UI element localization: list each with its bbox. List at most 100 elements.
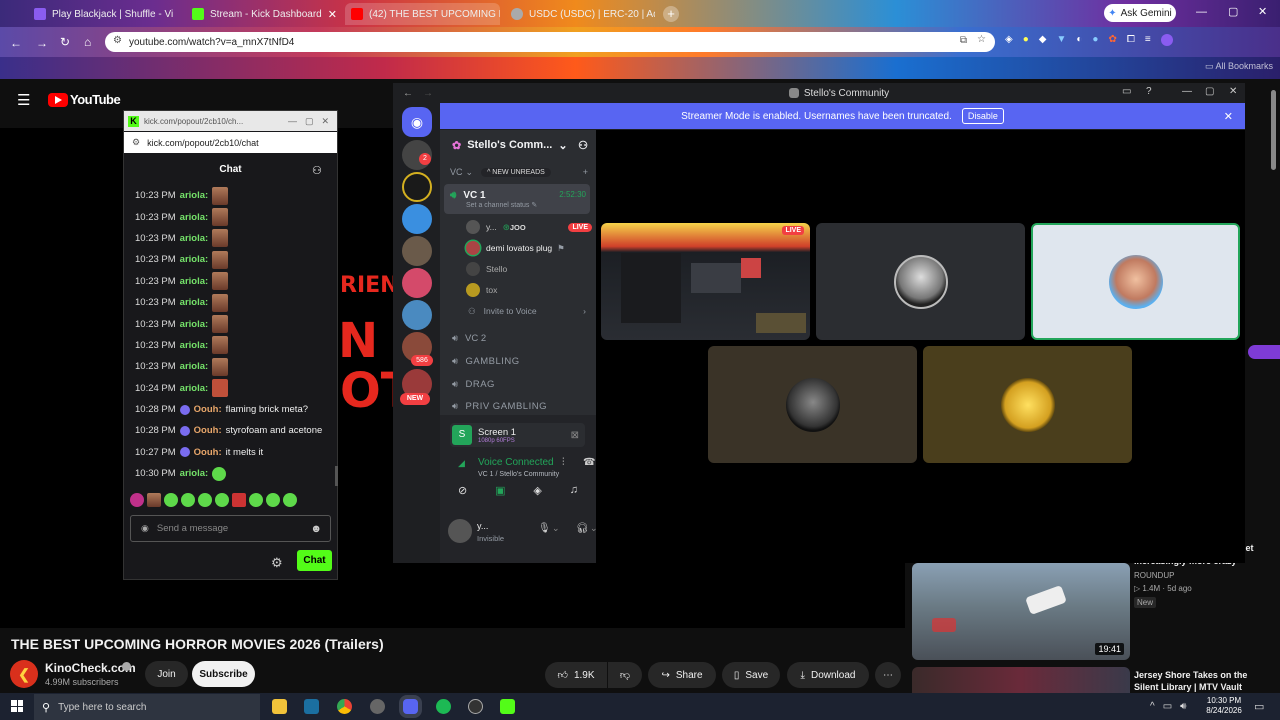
discord-taskbar-icon[interactable] [403, 699, 418, 714]
settings-gear-icon[interactable]: ⚙ [271, 555, 283, 571]
join-button[interactable]: Join [145, 661, 188, 687]
minimize-icon[interactable]: — [1182, 86, 1192, 97]
clock[interactable]: 10:30 PM 8/24/2026 [1204, 696, 1244, 716]
noise-suppression-icon[interactable]: ⫶ [562, 457, 565, 468]
extension-icon[interactable]: ▼ [1056, 34, 1066, 50]
emote-icon[interactable] [266, 493, 280, 507]
voice-channel-gambling[interactable]: 🔊︎ GAMBLING [440, 353, 596, 369]
voice-channel-link[interactable]: VC 1 / Stello's Community [478, 471, 559, 478]
save-button[interactable]: ▯ Save [722, 662, 780, 688]
voice-channel-drag[interactable]: 🔊︎ DRAG [440, 376, 596, 392]
message-username[interactable]: ariola: [180, 468, 209, 479]
minimize-icon[interactable]: — [288, 116, 297, 126]
hamburger-menu-icon[interactable]: ☰ [17, 91, 30, 109]
cast-icon[interactable]: ⧉ [960, 35, 967, 46]
recommended-thumbnail[interactable]: 19:41 [912, 563, 1130, 660]
invite-people-icon[interactable]: ⚇ [578, 139, 588, 152]
help-icon[interactable]: ? [1146, 86, 1152, 97]
message-username[interactable]: ariola: [180, 297, 209, 308]
back-arrow-icon[interactable]: ← [403, 88, 413, 99]
user-name[interactable]: y... [477, 521, 488, 531]
server-icon[interactable] [402, 204, 432, 234]
message-username[interactable]: ariola: [180, 254, 209, 265]
tray-chevron-icon[interactable]: ^ [1150, 701, 1155, 712]
close-icon[interactable]: ✕ [1229, 86, 1237, 97]
obs-icon[interactable] [468, 699, 483, 714]
site-info-icon[interactable]: ⚙ [113, 35, 122, 46]
screen-share-card[interactable]: S Screen 1 1080p 60FPS ⊠ [450, 423, 585, 447]
message-username[interactable]: Oouh: [194, 404, 222, 415]
new-unreads-pill[interactable]: ^ NEW UNREADS [481, 167, 551, 177]
chrome-icon[interactable] [337, 699, 352, 714]
dislike-button[interactable]: 👎︎ [608, 662, 642, 688]
minimize-window-button[interactable]: — [1196, 6, 1207, 18]
emote-icon[interactable] [147, 493, 161, 507]
close-icon[interactable]: ✕ [321, 116, 329, 127]
browser-tab-usdc[interactable]: USDC (USDC) | ERC-20 | Addre ✕ [505, 3, 655, 25]
emote-icon[interactable] [130, 493, 144, 507]
chevron-down-icon[interactable]: ⌄ [552, 523, 560, 534]
emote-icon[interactable] [249, 493, 263, 507]
close-tab-icon[interactable]: ✕ [322, 8, 337, 21]
steam-icon[interactable] [304, 699, 319, 714]
forward-icon[interactable]: → [36, 36, 48, 50]
spotify-icon[interactable] [436, 699, 451, 714]
volume-icon[interactable]: 🔊︎ [1180, 701, 1186, 712]
headphones-icon[interactable]: 🎧︎ [576, 523, 589, 534]
emoji-icon[interactable]: ☻ [310, 523, 322, 535]
like-button[interactable]: 👍︎ 1.9K [545, 662, 607, 688]
discord-home-icon[interactable]: ◉ [402, 107, 432, 137]
forward-arrow-icon[interactable]: → [423, 88, 433, 99]
extension-icon[interactable]: ✿ [1108, 34, 1116, 50]
message-username[interactable]: ariola: [180, 212, 209, 223]
emote-icon[interactable] [283, 493, 297, 507]
notification-icon[interactable]: ▭ [1254, 700, 1264, 713]
recommended-title[interactable]: Jersey Shore Takes on the Silent Library… [1134, 669, 1274, 693]
share-screen-icon[interactable]: ▣ [495, 484, 505, 506]
windows-start-icon[interactable] [11, 700, 23, 712]
server-icon[interactable] [402, 300, 432, 330]
message-username[interactable]: ariola: [180, 233, 209, 244]
puzzle-icon[interactable]: ⧠ [1127, 34, 1135, 50]
send-chat-button[interactable]: Chat [297, 550, 332, 571]
browser-tab-kick[interactable]: Stream - Kick Dashboard ✕ [186, 3, 341, 25]
message-username[interactable]: ariola: [180, 340, 209, 351]
server-icon[interactable] [402, 172, 432, 202]
category-vc[interactable]: VC ⌄ ^ NEW UNREADS + [440, 165, 596, 179]
reading-list-icon[interactable]: ≡ [1145, 34, 1151, 50]
participant-tile[interactable] [923, 346, 1132, 463]
message-username[interactable]: ariola: [180, 190, 209, 201]
inbox-icon[interactable]: ▭ [1122, 86, 1131, 97]
maximize-window-button[interactable]: ▢ [1228, 5, 1238, 18]
reload-icon[interactable]: ↻ [60, 35, 70, 49]
emote-icon[interactable] [164, 493, 178, 507]
file-explorer-icon[interactable] [272, 699, 287, 714]
extension-icon[interactable]: ◆ [1039, 34, 1047, 50]
message-username[interactable]: ariola: [180, 383, 209, 394]
stream-tile[interactable]: LIVE [601, 223, 810, 340]
soundboard-icon[interactable]: ♫ [570, 484, 578, 506]
emote-icon[interactable] [215, 493, 229, 507]
browser-tab-youtube[interactable]: (42) THE BEST UPCOMING HO ✕ [345, 3, 500, 25]
channel-status[interactable]: Set a channel status ✎ [466, 201, 537, 209]
chat-input[interactable]: ◉ Send a message ☻ [130, 515, 331, 542]
popout-url-bar[interactable]: ⚙ kick.com/popout/2cb10/chat [124, 132, 337, 153]
voice-channel-vc2[interactable]: 🔊︎ VC 2 [440, 330, 596, 346]
disconnect-icon[interactable]: ☎ [583, 457, 595, 468]
url-bar[interactable]: ⚙ youtube.com/watch?v=a_mnX7tNfD4 ⧉ ☆ [105, 32, 995, 52]
chat-scrollbar[interactable] [335, 466, 338, 486]
add-channel-icon[interactable]: + [583, 167, 588, 177]
activity-icon[interactable]: ◈ [533, 484, 541, 506]
participant-tile-speaking[interactable] [1031, 223, 1240, 340]
extension-icon[interactable]: ● [1092, 34, 1098, 50]
channel-avatar[interactable]: ❮ [10, 660, 38, 688]
bookmark-star-icon[interactable]: ☆ [977, 34, 986, 45]
recommended-thumbnail[interactable] [912, 667, 1130, 693]
camera-off-icon[interactable]: ⊘ [458, 484, 467, 506]
voice-channel-vc1[interactable]: 🔊︎ VC 1 2:52:30 Set a channel status ✎ [444, 184, 590, 214]
message-username[interactable]: ariola: [180, 276, 209, 287]
close-banner-icon[interactable]: ✕ [1224, 110, 1233, 123]
extension-icon[interactable]: ◐ [1076, 34, 1082, 50]
share-button[interactable]: ↪ Share [648, 662, 716, 688]
subscribe-button[interactable]: Subscribe [192, 661, 255, 687]
